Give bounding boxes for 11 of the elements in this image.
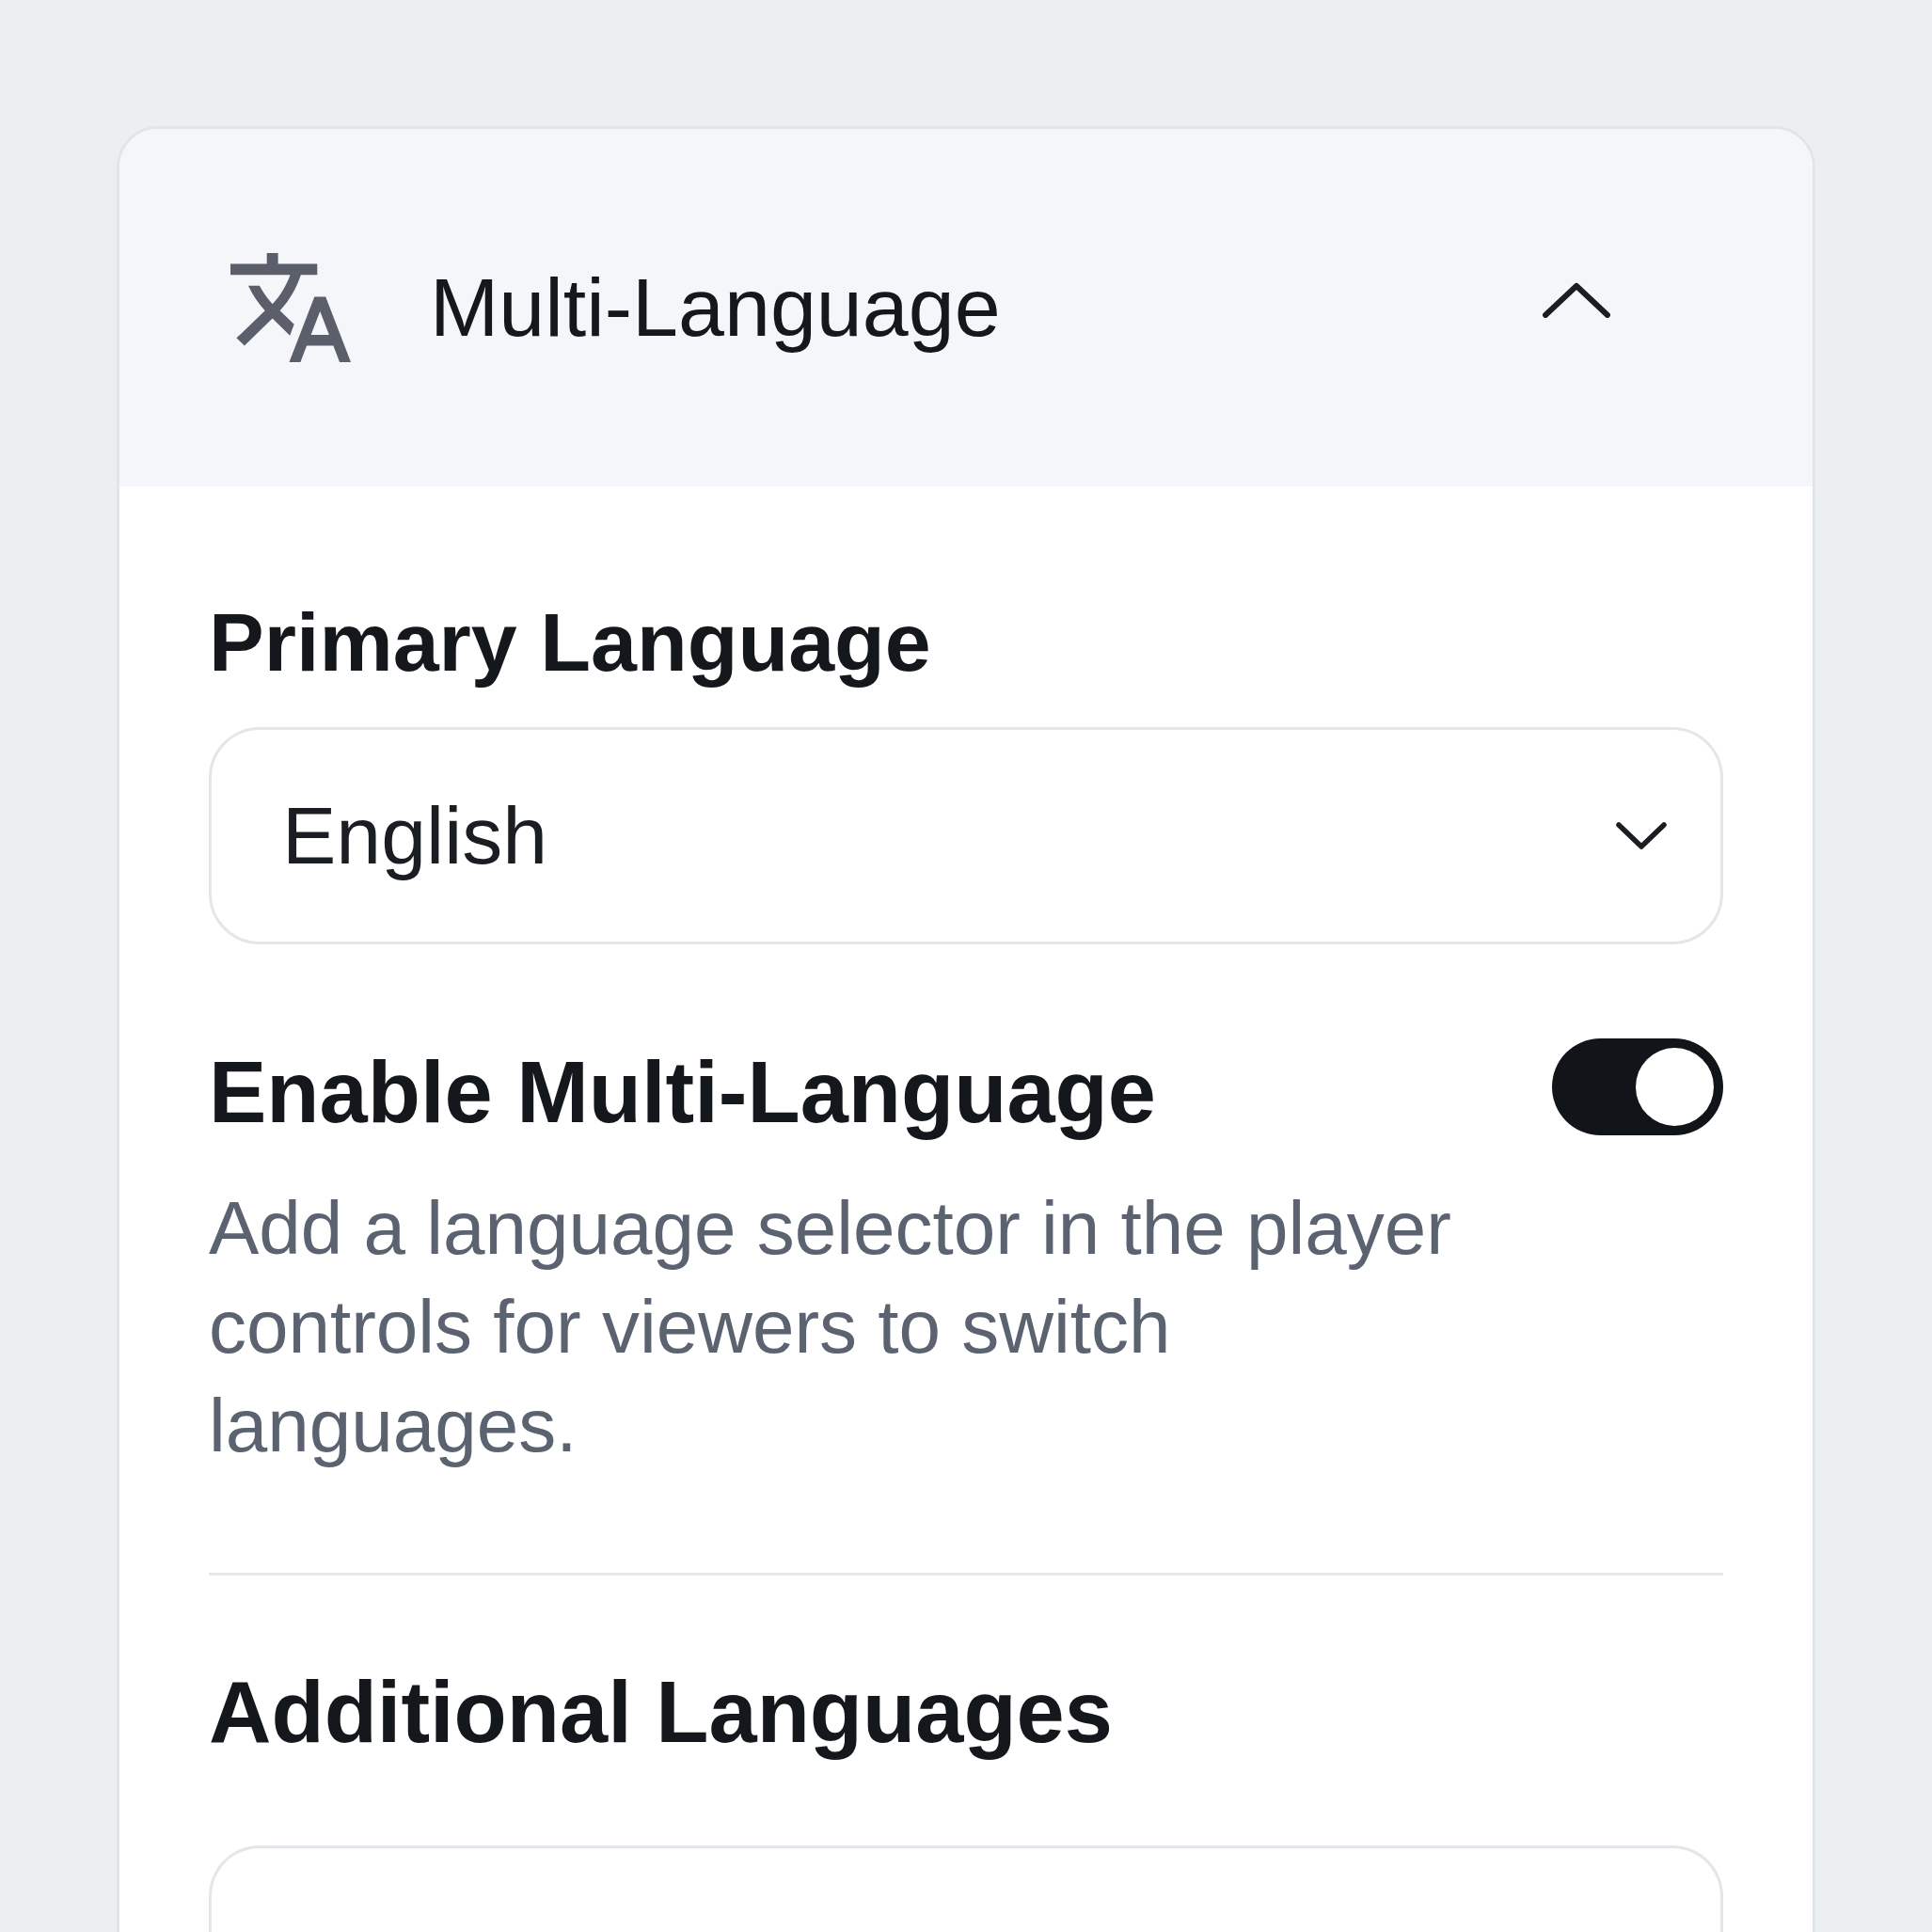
toggle-description: Add a language selector in the player controls for viewers to switch languages.: [209, 1185, 1452, 1469]
panel-header[interactable]: Multi-Language: [119, 129, 1813, 486]
translate-icon: [230, 253, 351, 362]
chevron-down-icon: [1616, 821, 1667, 850]
additional-languages-label: Additional Languages: [209, 1663, 1113, 1762]
chevron-up-icon[interactable]: [1543, 282, 1610, 318]
primary-language-label: Primary Language: [209, 594, 931, 690]
additional-languages-field[interactable]: [209, 1845, 1723, 1932]
toggle-label: Enable Multi-Language: [209, 1043, 1156, 1142]
language-dropdown[interactable]: English: [209, 727, 1723, 944]
panel-title: Multi-Language: [430, 260, 1002, 356]
